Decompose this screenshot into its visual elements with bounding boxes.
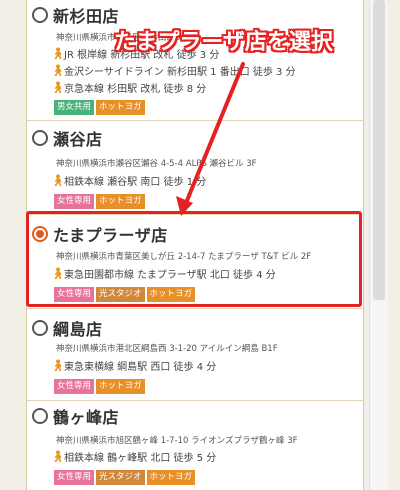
selection-highlight-box — [26, 211, 362, 307]
store-name: 瀬谷店 — [53, 130, 103, 149]
store-access: 🚶︎ 金沢シーサイドライン 新杉田駅 1 番出口 徒歩 3 分 — [51, 64, 296, 78]
tag-badge: 女性専用 — [54, 194, 95, 209]
store-header[interactable]: 鶴ヶ峰店 — [32, 404, 119, 428]
walk-icon: 🚶︎ — [51, 64, 65, 77]
store-item-tsurugamine[interactable]: 鶴ヶ峰店 神奈川県横浜市旭区鶴ヶ峰 1-7-10 ライオンズプラザ鶴ヶ峰 3F … — [27, 400, 363, 490]
store-name: 綱島店 — [53, 320, 103, 339]
store-tags: 女性専用 光スタジオ ホットヨガ — [54, 470, 197, 485]
walk-icon: 🚶︎ — [51, 359, 65, 372]
store-header[interactable]: 新杉田店 — [32, 3, 119, 27]
tag-badge: 女性専用 — [54, 470, 95, 485]
tag-badge: 女性専用 — [54, 379, 95, 394]
scrollbar-thumb[interactable] — [373, 0, 385, 300]
walk-icon: 🚶︎ — [51, 450, 65, 463]
walk-icon: 🚶︎ — [51, 174, 65, 187]
store-address: 神奈川県横浜市瀬谷区瀬谷 4-5-4 ALPS 瀬谷ビル 3F — [56, 159, 257, 169]
tag-badge: 光スタジオ — [96, 470, 145, 485]
store-address: 神奈川県横浜市旭区鶴ヶ峰 1-7-10 ライオンズプラザ鶴ヶ峰 3F — [56, 436, 298, 446]
store-header[interactable]: 綱島店 — [32, 316, 103, 340]
store-access: 🚶︎ 京急本線 杉田駅 改札 徒歩 8 分 — [51, 81, 207, 95]
callout-label: たまプラーザ店を選択 — [114, 30, 333, 55]
walk-icon: 🚶︎ — [51, 47, 65, 60]
store-item-seya[interactable]: 瀬谷店 神奈川県横浜市瀬谷区瀬谷 4-5-4 ALPS 瀬谷ビル 3F 🚶︎ 相鉄… — [27, 120, 363, 215]
store-radio[interactable] — [32, 408, 48, 424]
store-header[interactable]: 瀬谷店 — [32, 126, 103, 150]
store-item-tsunashima[interactable]: 綱島店 神奈川県横浜市港北区綱島西 3-1-20 アイルイン綱島 B1F 🚶︎ 東… — [27, 308, 363, 401]
store-tags: 男女共用 ホットヨガ — [54, 100, 147, 115]
store-access: 🚶︎ 相鉄本線 瀬谷駅 南口 徒歩 1 分 — [51, 174, 207, 188]
store-tags: 女性専用 ホットヨガ — [54, 194, 147, 209]
walk-icon: 🚶︎ — [51, 81, 65, 94]
tag-badge: ホットヨガ — [96, 379, 145, 394]
store-tags: 女性専用 ホットヨガ — [54, 379, 147, 394]
store-address: 神奈川県横浜市港北区綱島西 3-1-20 アイルイン綱島 B1F — [56, 344, 278, 354]
store-name: 新杉田店 — [53, 7, 120, 26]
store-name: 鶴ヶ峰店 — [53, 408, 120, 427]
store-access: 🚶︎ 東急東横線 綱島駅 西口 徒歩 4 分 — [51, 359, 217, 373]
tag-badge: ホットヨガ — [146, 470, 196, 485]
store-radio[interactable] — [32, 130, 48, 146]
store-item-shinsugita[interactable]: 新杉田店 神奈川県横浜市磯子区新杉田町8-8 🚶︎ JR 根岸線 新杉田駅 改札 … — [27, 0, 363, 121]
tag-badge: ホットヨガ — [96, 100, 145, 115]
tag-badge: ホットヨガ — [96, 194, 145, 209]
store-access: 🚶︎ 相鉄本線 鶴ヶ峰駅 北口 徒歩 5 分 — [51, 450, 217, 464]
store-radio[interactable] — [32, 320, 48, 336]
scrollbar[interactable] — [369, 0, 388, 490]
tag-badge: 男女共用 — [54, 100, 95, 115]
store-radio[interactable] — [32, 7, 48, 23]
